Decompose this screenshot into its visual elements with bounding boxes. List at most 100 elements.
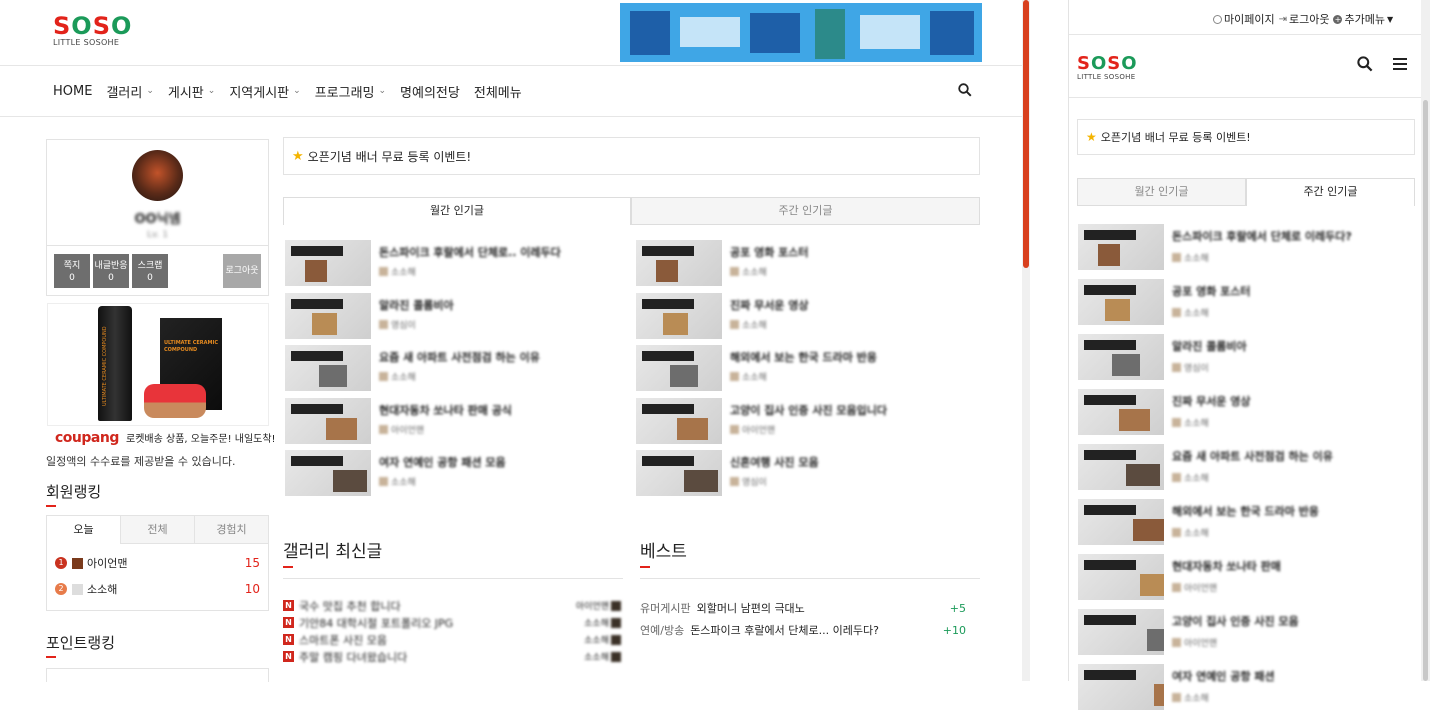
mobile-popular-item[interactable]: 요즘 새 아파트 사전점검 하는 이유 소소해	[1078, 444, 1418, 499]
right-scrollbar[interactable]	[1421, 0, 1430, 681]
mobile-popular-item[interactable]: 고양이 집사 인증 사진 모음 아이언맨	[1078, 609, 1418, 664]
post-thumbnail[interactable]	[1078, 444, 1164, 490]
popular-post-item[interactable]: 공포 영화 포스터 소소해	[636, 240, 976, 293]
ranking-tab[interactable]: 경험치	[194, 516, 268, 544]
popular-post-item[interactable]: 요즘 새 아파트 사전점검 하는 이유 소소해	[285, 345, 625, 398]
post-thumbnail[interactable]	[636, 397, 722, 444]
search-icon[interactable]	[1357, 56, 1373, 75]
tab-weekly-popular[interactable]: 주간 인기글	[631, 197, 980, 225]
gallery-item[interactable]: N 스마트폰 사진 모음 소소해	[283, 631, 623, 648]
popular-post-item[interactable]: 신혼여행 사진 모음 영심이	[636, 450, 976, 503]
ranking-row[interactable]: 2 소소해 10	[47, 576, 268, 602]
popular-post-item[interactable]: 알라진 콜롬비아 영심이	[285, 292, 625, 346]
nav-item-0[interactable]: HOME	[53, 84, 92, 99]
post-title[interactable]: 신혼여행 사진 모음	[730, 454, 970, 470]
post-thumbnail[interactable]	[636, 345, 722, 391]
post-thumbnail[interactable]	[1078, 554, 1164, 600]
post-title[interactable]: 고양이 집사 인증 사진 모음	[1172, 613, 1404, 629]
post-thumbnail[interactable]	[636, 450, 722, 496]
mobile-popular-item[interactable]: 현대자동차 쏘나타 판매 아이언맨	[1078, 554, 1418, 609]
post-thumbnail[interactable]	[636, 292, 722, 339]
nav-item-6[interactable]: 전체메뉴	[474, 82, 522, 101]
profile-stat-button[interactable]: 쪽지 0	[54, 254, 90, 288]
post-title[interactable]: 요즘 새 아파트 사전점검 하는 이유	[1172, 448, 1404, 464]
profile-stat-button[interactable]: 내글반응 0	[93, 254, 129, 288]
post-title[interactable]: 돈스파이크 후랄에서 단체로 이레두다?	[1172, 228, 1404, 244]
popular-post-item[interactable]: 여자 연예인 공항 패션 모음 소소해	[285, 450, 625, 503]
gallery-item[interactable]: N 국수 맛집 추천 합니다 아이언맨	[283, 597, 623, 614]
nav-item-3[interactable]: 지역게시판 ⌄	[229, 82, 300, 101]
profile-logout-button[interactable]: 로그아웃	[223, 254, 261, 288]
post-title[interactable]: 진짜 무서운 영상	[730, 297, 970, 313]
nav-item-2[interactable]: 게시판 ⌄	[168, 82, 215, 101]
post-thumbnail[interactable]	[1078, 279, 1164, 325]
best-title[interactable]: 베스트	[640, 537, 687, 562]
mobile-popular-item[interactable]: 공포 영화 포스터 소소해	[1078, 279, 1418, 334]
site-logo[interactable]: SOSO LITTLE SOSOHE	[53, 14, 132, 47]
profile-stat-button[interactable]: 스크랩 0	[132, 254, 168, 288]
post-title[interactable]: 공포 영화 포스터	[1172, 283, 1404, 299]
left-scrollbar[interactable]	[1022, 0, 1030, 681]
mobile-logo[interactable]: SOSO LITTLE SOSOHE	[1077, 55, 1138, 82]
post-thumbnail[interactable]	[285, 397, 371, 444]
ranking-tab[interactable]: 오늘	[47, 516, 120, 544]
post-title[interactable]: 알라진 콜롬비아	[1172, 338, 1404, 354]
post-title[interactable]: 여자 연예인 공항 패션	[1172, 668, 1404, 684]
nav-item-5[interactable]: 명예의전당	[400, 82, 460, 101]
post-title[interactable]: 고양이 집사 인증 사진 모음입니다	[730, 402, 970, 418]
post-thumbnail[interactable]	[285, 240, 371, 286]
post-title[interactable]: 진짜 무서운 영상	[1172, 393, 1404, 409]
top-banner-ad[interactable]	[620, 3, 982, 62]
mobile-popular-item[interactable]: 알라진 콜롬비아 영심이	[1078, 334, 1418, 389]
post-thumbnail[interactable]	[1078, 499, 1164, 545]
post-title[interactable]: 현대자동차 쏘나타 판매	[1172, 558, 1404, 574]
gallery-item[interactable]: N 기안84 대학시절 포트폴리오 JPG 소소해	[283, 614, 623, 631]
post-title[interactable]: 요즘 새 아파트 사전점검 하는 이유	[379, 349, 619, 365]
nav-item-1[interactable]: 갤러리 ⌄	[106, 82, 153, 101]
tab-monthly-popular[interactable]: 월간 인기글	[1077, 178, 1246, 206]
coupang-ad[interactable]: ULTIMATE CERAMIC COMPOUND ULTIMATE CERAM…	[47, 303, 269, 426]
post-thumbnail[interactable]	[285, 450, 371, 496]
post-thumbnail[interactable]	[285, 292, 371, 339]
mobile-popular-item[interactable]: 해외에서 보는 한국 드라마 반응 소소해	[1078, 499, 1418, 554]
post-title[interactable]: 공포 영화 포스터	[730, 244, 970, 260]
event-banner[interactable]: ★ 오픈기념 배너 무료 등록 이벤트!	[1077, 119, 1415, 155]
more-menu-link[interactable]: + 추가메뉴 ▼	[1333, 11, 1393, 27]
tab-monthly-popular[interactable]: 월간 인기글	[283, 197, 631, 225]
ranking-tab[interactable]: 전체	[120, 516, 194, 544]
post-thumbnail[interactable]	[1078, 609, 1164, 655]
post-title[interactable]: 돈스파이크 후랄에서 단체로.. 이레두다	[379, 244, 619, 260]
search-icon[interactable]	[958, 83, 974, 99]
nav-item-4[interactable]: 프로그래밍 ⌄	[315, 82, 386, 101]
popular-post-item[interactable]: 해외에서 보는 한국 드라마 반응 소소해	[636, 345, 976, 398]
popular-post-item[interactable]: 진짜 무서운 영상 소소해	[636, 292, 976, 346]
best-item[interactable]: 연예/방송 돈스파이크 후랄에서 단체로... 이레두다? +10	[640, 619, 980, 641]
post-thumbnail[interactable]	[285, 345, 371, 391]
avatar[interactable]	[132, 150, 183, 201]
post-title[interactable]: 현대자동차 쏘나타 판매 공식	[379, 402, 619, 418]
ranking-row[interactable]: 1 아이언맨 15	[47, 550, 268, 576]
post-title[interactable]: 알라진 콜롬비아	[379, 297, 619, 313]
post-title[interactable]: 해외에서 보는 한국 드라마 반응	[730, 349, 970, 365]
post-thumbnail[interactable]	[636, 240, 722, 286]
mobile-popular-item[interactable]: 돈스파이크 후랄에서 단체로 이레두다? 소소해	[1078, 224, 1418, 279]
logout-link[interactable]: ⇥ 로그아웃	[1279, 11, 1330, 27]
post-title[interactable]: 해외에서 보는 한국 드라마 반응	[1172, 503, 1404, 519]
hamburger-menu-icon[interactable]	[1393, 58, 1407, 70]
post-title[interactable]: 여자 연예인 공항 패션 모음	[379, 454, 619, 470]
tab-weekly-popular[interactable]: 주간 인기글	[1246, 178, 1415, 206]
mobile-popular-item[interactable]: 여자 연예인 공항 패션 소소해	[1078, 664, 1418, 719]
coupang-logo[interactable]: coupang	[55, 430, 119, 446]
popular-post-item[interactable]: 고양이 집사 인증 사진 모음입니다 아이언맨	[636, 397, 976, 451]
mypage-link[interactable]: 마이페이지	[1213, 11, 1275, 27]
post-thumbnail[interactable]	[1078, 334, 1164, 380]
popular-post-item[interactable]: 돈스파이크 후랄에서 단체로.. 이레두다 소소해	[285, 240, 625, 293]
best-item[interactable]: 유머게시판 외할머니 남편의 극대노 +5	[640, 597, 980, 619]
mobile-popular-item[interactable]: 진짜 무서운 영상 소소해	[1078, 389, 1418, 444]
post-thumbnail[interactable]	[1078, 224, 1164, 270]
gallery-item[interactable]: N 주말 캠핑 다녀왔습니다 소소해	[283, 648, 623, 665]
post-thumbnail[interactable]	[1078, 389, 1164, 435]
event-banner[interactable]: ★ 오픈기념 배너 무료 등록 이벤트!	[283, 137, 980, 175]
gallery-latest-title[interactable]: 갤러리 최신글	[283, 537, 382, 562]
popular-post-item[interactable]: 현대자동차 쏘나타 판매 공식 아이언맨	[285, 397, 625, 451]
